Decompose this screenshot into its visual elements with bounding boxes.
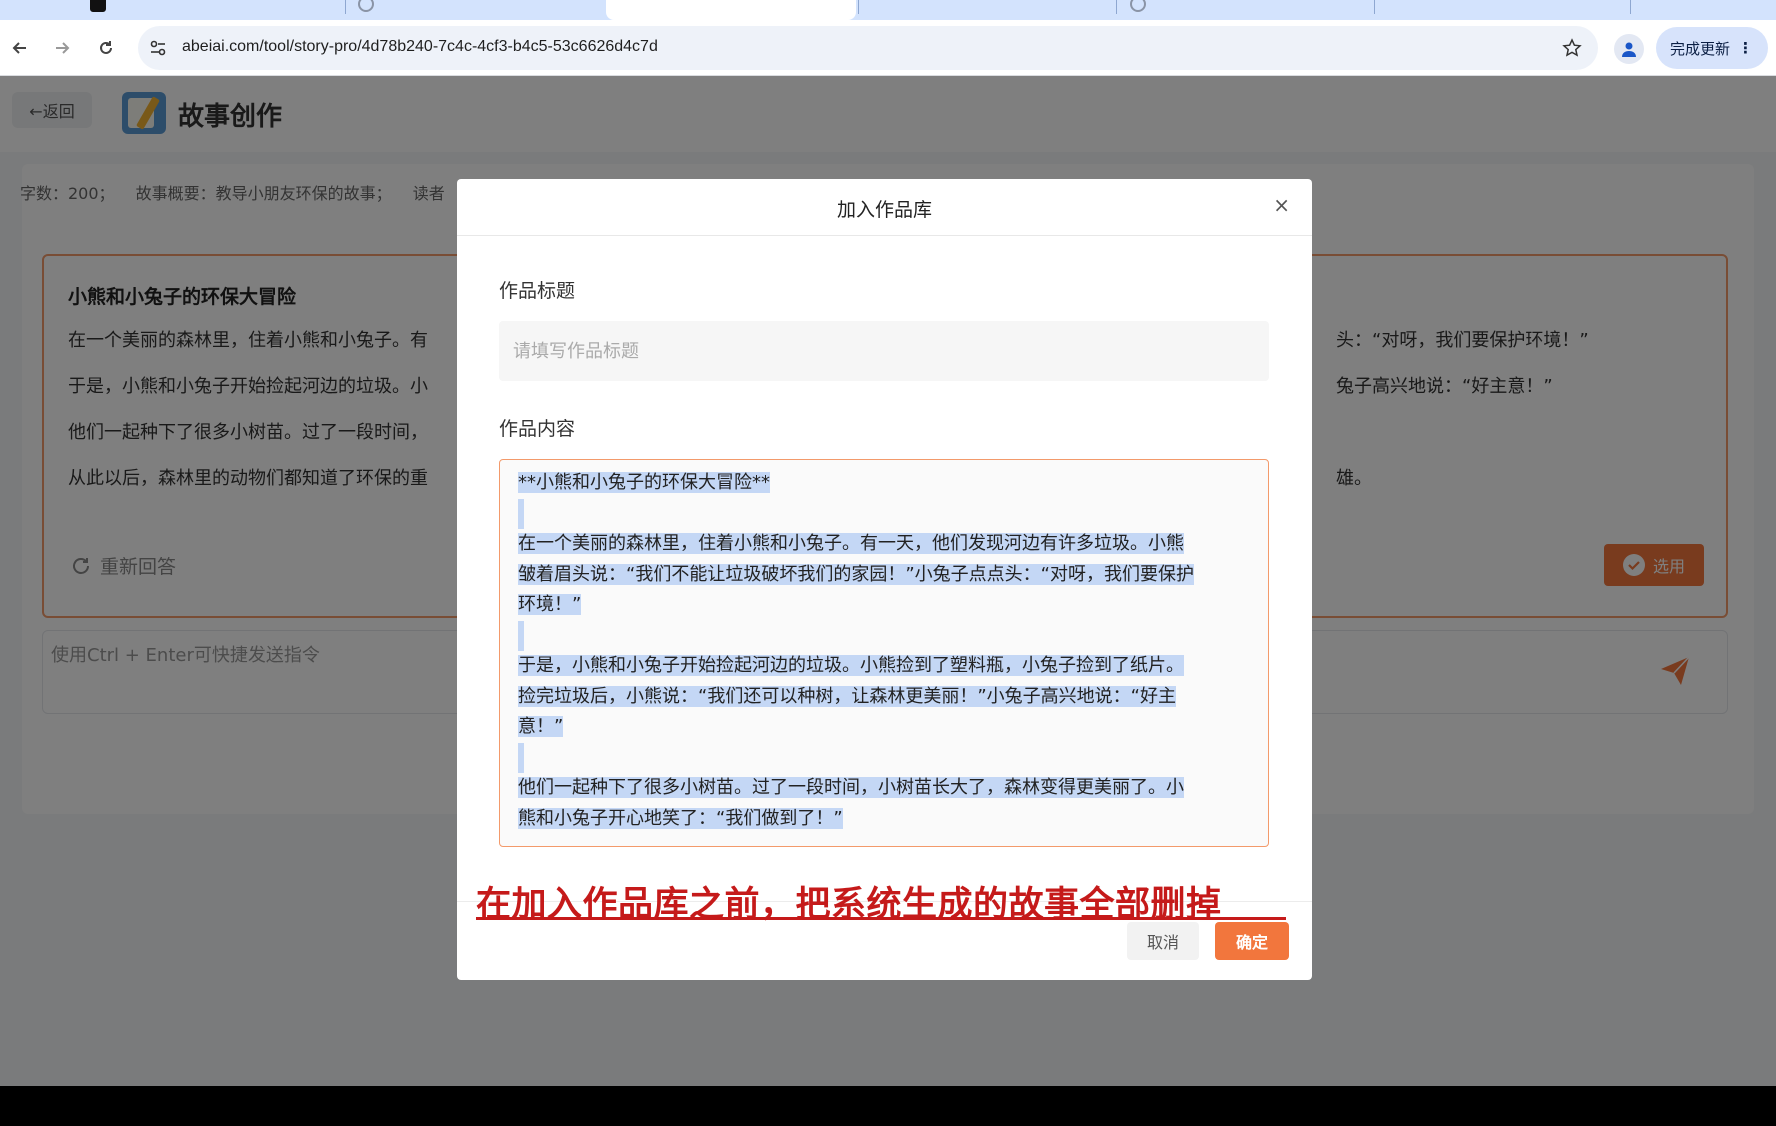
close-icon[interactable]: × bbox=[1273, 193, 1290, 217]
tab-active[interactable] bbox=[606, 0, 856, 20]
site-settings-icon[interactable] bbox=[148, 38, 168, 58]
reload-button[interactable] bbox=[88, 30, 124, 66]
update-button[interactable]: 完成更新 ⋮ bbox=[1656, 27, 1768, 69]
cancel-button[interactable]: 取消 bbox=[1127, 922, 1199, 960]
tab-separator bbox=[858, 0, 859, 14]
content-line: 捡完垃圾后，小熊说：“我们还可以种树，让森林更美丽！”小兔子高兴地说：“好主 bbox=[518, 685, 1176, 707]
work-content-textarea[interactable]: **小熊和小兔子的环保大冒险** 在一个美丽的森林里，住着小熊和小兔子。有一天，他… bbox=[499, 459, 1269, 847]
reload-icon bbox=[100, 41, 112, 54]
forward-nav-button[interactable] bbox=[44, 30, 80, 66]
back-nav-button[interactable] bbox=[2, 30, 38, 66]
add-to-library-dialog: 加入作品库 × 作品标题 作品内容 **小熊和小兔子的环保大冒险** 在一个美丽的… bbox=[457, 179, 1312, 980]
dialog-header: 加入作品库 × bbox=[457, 179, 1312, 236]
annotation-underline bbox=[476, 917, 1286, 920]
tab-favicon bbox=[1130, 0, 1146, 12]
update-label: 完成更新 bbox=[1670, 39, 1731, 58]
bookmark-star-icon[interactable] bbox=[1562, 38, 1582, 58]
tab-separator bbox=[1630, 0, 1631, 14]
content-line bbox=[518, 742, 1250, 773]
confirm-button[interactable]: 确定 bbox=[1215, 922, 1289, 960]
profile-button[interactable] bbox=[1614, 34, 1644, 64]
content-line: 皱着眉头说：“我们不能让垃圾破坏我们的家园！”小兔子点点头：“对呀，我们要保护 bbox=[518, 563, 1194, 585]
tab-separator bbox=[1374, 0, 1375, 14]
arrow-left-icon bbox=[12, 42, 26, 54]
dialog-title: 加入作品库 bbox=[836, 199, 932, 221]
more-menu-icon[interactable]: ⋮ bbox=[1738, 40, 1753, 56]
work-title-input[interactable] bbox=[499, 321, 1269, 381]
screen-bottom-bar bbox=[0, 1086, 1776, 1126]
content-line bbox=[518, 620, 1250, 651]
tab-favicon bbox=[358, 0, 374, 12]
work-title-label: 作品标题 bbox=[499, 280, 576, 302]
content-line: 环境！” bbox=[518, 594, 582, 615]
address-bar[interactable]: abeiai.com/tool/story-pro/4d78b240-7c4c-… bbox=[138, 26, 1598, 70]
address-url[interactable]: abeiai.com/tool/story-pro/4d78b240-7c4c-… bbox=[182, 38, 658, 56]
browser-toolbar: abeiai.com/tool/story-pro/4d78b240-7c4c-… bbox=[0, 20, 1776, 76]
arrow-right-icon bbox=[56, 42, 70, 54]
content-line: **小熊和小兔子的环保大冒险** bbox=[518, 472, 770, 493]
content-line: 熊和小兔子开心地笑了：“我们做到了！” bbox=[518, 807, 843, 829]
tab-separator bbox=[1116, 0, 1117, 14]
browser-tab-strip bbox=[0, 0, 1776, 20]
content-line: 他们一起种下了很多小树苗。过了一段时间，小树苗长大了，森林变得更美丽了。小 bbox=[518, 777, 1184, 798]
content-line: 意！” bbox=[518, 716, 564, 737]
tab-separator bbox=[345, 0, 346, 14]
tab-favicon bbox=[90, 0, 106, 12]
person-icon bbox=[1622, 42, 1636, 57]
content-line bbox=[518, 498, 1250, 529]
content-line: 于是，小熊和小兔子开始捡起河边的垃圾。小熊捡到了塑料瓶，小兔子捡到了纸片。 bbox=[518, 655, 1184, 676]
content-line: 在一个美丽的森林里，住着小熊和小兔子。有一天，他们发现河边有许多垃圾。小熊 bbox=[518, 533, 1184, 554]
work-content-label: 作品内容 bbox=[499, 418, 576, 440]
